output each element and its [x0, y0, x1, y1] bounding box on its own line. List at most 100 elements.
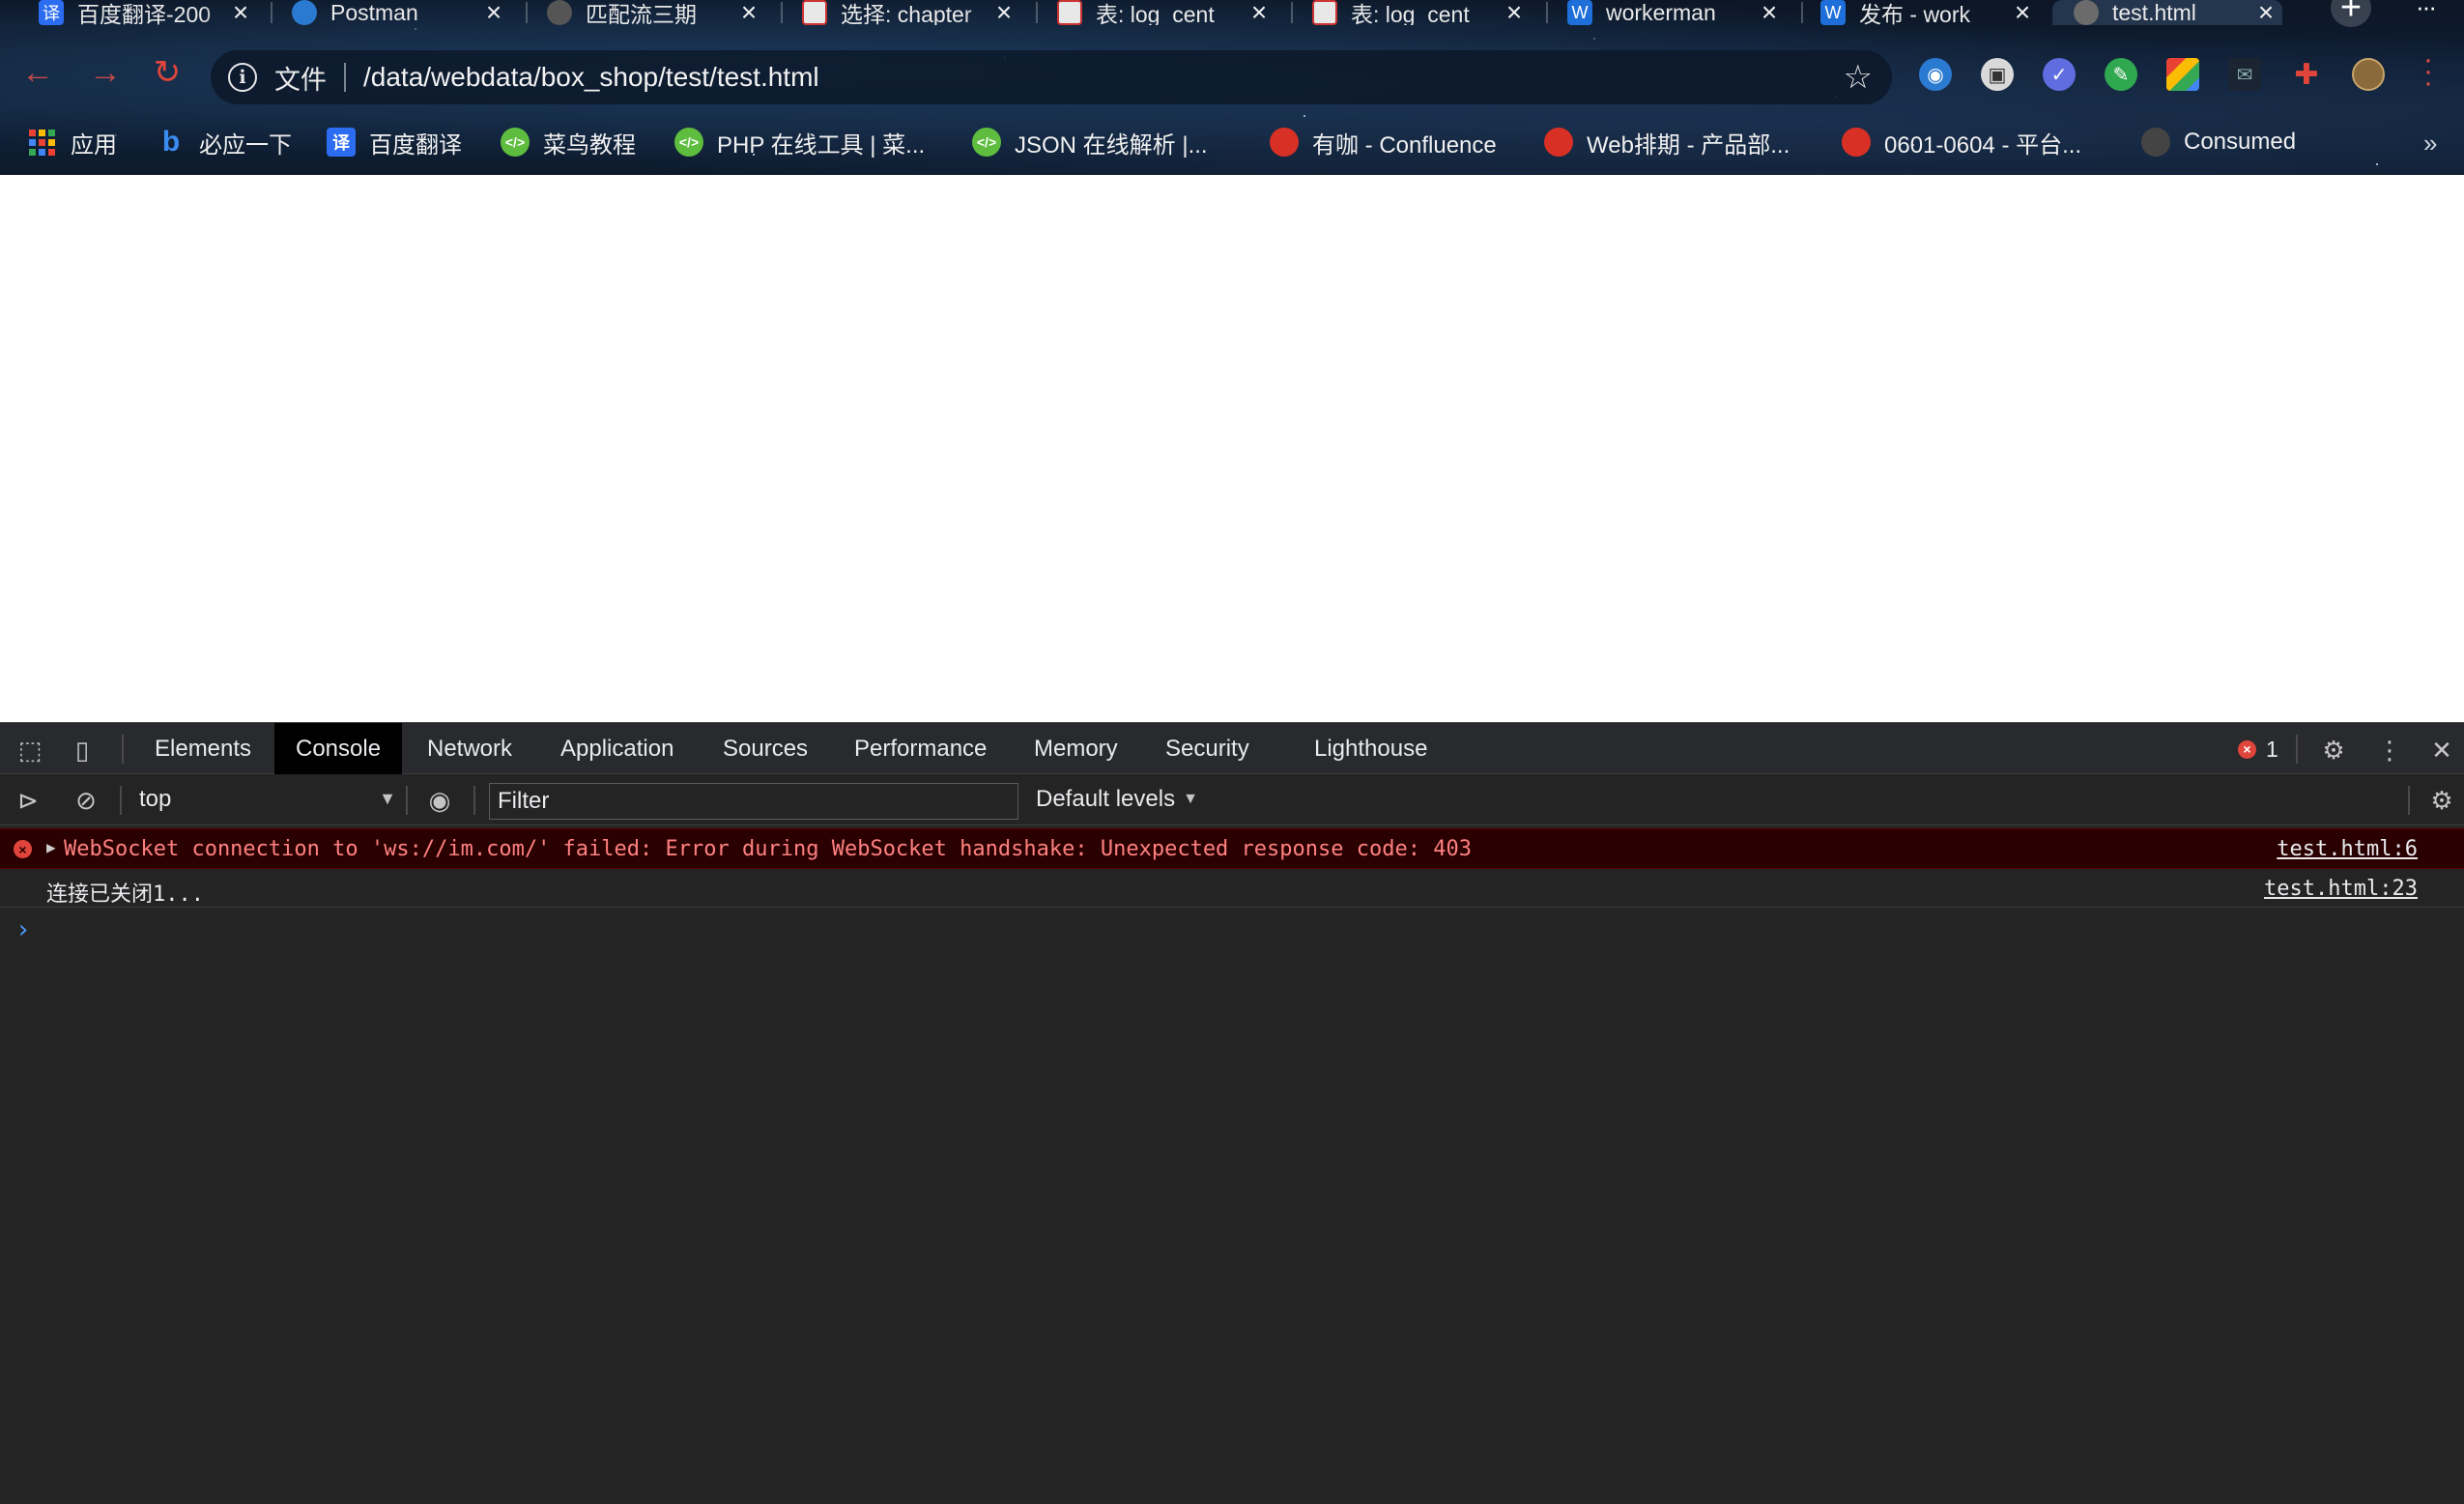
avatar-icon[interactable] [2352, 58, 2385, 91]
tab-publish-workerman[interactable]: W 发布 - work × [1820, 0, 2035, 25]
context-value: top [139, 786, 172, 812]
tab-sources[interactable]: Sources [723, 723, 808, 774]
tab-match-flow[interactable]: 匹配流三期 × [547, 0, 761, 25]
url-text[interactable]: /data/webdata/box_shop/test/test.html [363, 62, 1844, 93]
close-icon[interactable]: × [2010, 0, 2035, 25]
bookmark-consumed[interactable]: Consumed [2141, 121, 2296, 163]
tab-baidu-translate[interactable]: 译 百度翻译-200 × [39, 0, 253, 25]
w-icon: W [1567, 0, 1592, 25]
tab-lighthouse[interactable]: Lighthouse [1314, 723, 1427, 774]
more-options-icon[interactable]: ⋮ [2373, 734, 2406, 766]
forward-icon[interactable]: → [83, 50, 128, 95]
close-icon[interactable]: × [481, 0, 506, 25]
tab-divider [271, 2, 272, 23]
globe-ext-icon[interactable]: ◉ [1919, 58, 1952, 91]
close-devtools-icon[interactable]: ✕ [2425, 734, 2458, 766]
tab-console[interactable]: Console [274, 723, 403, 774]
tab-performance[interactable]: Performance [854, 723, 987, 774]
bookmark-json-parser[interactable]: </> JSON 在线解析 |... [972, 121, 1208, 163]
puzzle-ext-icon[interactable]: ✚ [2290, 58, 2323, 91]
check-ext-icon[interactable]: ✓ [2043, 58, 2076, 91]
evernote-ext-icon[interactable]: ✎ [2105, 58, 2137, 91]
close-icon[interactable]: × [1502, 0, 1527, 25]
tab-test-html[interactable]: test.html × [2052, 0, 2282, 25]
db-icon [1057, 0, 1082, 25]
bookmark-confluence[interactable]: 有咖 - Confluence [1270, 121, 1497, 163]
bookmark-apps[interactable]: 应用 [29, 121, 117, 163]
new-tab-button[interactable]: + [2331, 0, 2371, 28]
inspect-element-icon[interactable]: ⬚ [14, 734, 46, 766]
close-icon[interactable]: × [228, 0, 253, 25]
tab-label: Postman [330, 0, 418, 25]
device-toolbar-icon[interactable]: ▯ [66, 734, 99, 766]
log-levels-dropdown[interactable]: Default levels ▼ [1036, 782, 1198, 817]
devtools-tabbar: ⬚ ▯ Elements Console Network Application… [0, 722, 2464, 774]
more-menu-icon[interactable]: · · · [2423, 45, 2433, 98]
tab-application[interactable]: Application [560, 723, 673, 774]
tab-divider [1036, 2, 1038, 23]
close-icon[interactable]: × [736, 0, 761, 25]
bookmark-label: Web排期 - 产品部... [1587, 131, 1791, 159]
expand-triangle-icon[interactable]: ▶ [46, 838, 56, 856]
translate-icon: 译 [327, 128, 356, 157]
close-icon[interactable]: × [1757, 0, 1782, 25]
reload-icon[interactable]: ↻ [145, 50, 189, 95]
bookmark-label: Consumed [2184, 129, 2297, 155]
colors-ext-icon[interactable] [2166, 58, 2199, 91]
divider [122, 735, 124, 764]
source-link[interactable]: test.html:6 [2277, 837, 2418, 861]
runoob-icon: </> [674, 128, 703, 157]
tab-elements[interactable]: Elements [155, 723, 251, 774]
tab-label: 百度翻译-200 [77, 2, 212, 25]
close-icon[interactable]: × [1246, 0, 1272, 25]
browser-chrome: 译 百度翻译-200 × Postman × 匹配流三期 × 选择: chapt… [0, 0, 2464, 175]
tab-postman[interactable]: Postman × [292, 0, 506, 25]
console-prompt[interactable]: › [15, 915, 31, 944]
w-icon: W [1820, 0, 1846, 25]
back-icon[interactable]: ← [15, 50, 60, 95]
error-count: 1 [2266, 736, 2278, 762]
address-bar[interactable]: i 文件 /data/webdata/box_shop/test/test.ht… [211, 50, 1892, 104]
tab-select-chapter[interactable]: 选择: chapter × [802, 0, 1017, 25]
sidebar-toggle-icon[interactable]: ⊳ [12, 784, 44, 817]
error-icon: × [14, 840, 32, 858]
bookmark-platform[interactable]: 0601-0604 - 平台... [1842, 121, 2081, 163]
bookmark-bing[interactable]: b 必应一下 [157, 121, 292, 163]
settings-gear-icon[interactable]: ⚙ [2317, 734, 2350, 766]
bookmark-web-schedule[interactable]: Web排期 - 产品部... [1544, 121, 1790, 163]
tab-table-log-2[interactable]: 表: log_cent × [1312, 0, 1527, 25]
page-viewport[interactable] [0, 175, 2464, 722]
error-count-badge[interactable]: × 1 [2238, 735, 2278, 764]
bookmark-php-tools[interactable]: </> PHP 在线工具 | 菜... [674, 121, 925, 163]
globe-icon [292, 0, 317, 25]
tab-strip: 译 百度翻译-200 × Postman × 匹配流三期 × 选择: chapt… [0, 0, 2464, 28]
screenshot-ext-icon[interactable]: ▣ [1981, 58, 2014, 91]
tab-memory[interactable]: Memory [1034, 723, 1118, 774]
close-icon[interactable]: × [2253, 0, 2278, 25]
source-link[interactable]: test.html:23 [2264, 877, 2418, 901]
divider [473, 786, 475, 815]
bookmark-star-icon[interactable]: ☆ [1844, 58, 1873, 97]
console-message-error[interactable]: × ▶ WebSocket connection to 'ws://im.com… [0, 828, 2464, 869]
tab-security[interactable]: Security [1165, 723, 1249, 774]
info-icon[interactable]: i [228, 63, 257, 92]
console-settings-gear-icon[interactable]: ⚙ [2425, 784, 2458, 817]
filter-input[interactable] [489, 783, 1018, 820]
clear-console-icon[interactable]: ⊘ [70, 784, 102, 817]
console-message-log[interactable]: 连接已关闭1... test.html:23 [0, 869, 2464, 908]
runoob-icon: </> [972, 128, 1001, 157]
tab-divider [1291, 2, 1293, 23]
tab-table-log-1[interactable]: 表: log_cent × [1057, 0, 1272, 25]
context-selector[interactable]: top ▼ [126, 782, 396, 817]
bookmark-baidu-translate[interactable]: 译 百度翻译 [327, 121, 462, 163]
live-expression-eye-icon[interactable]: ◉ [423, 784, 456, 817]
bookmark-runoob[interactable]: </> 菜鸟教程 [501, 121, 636, 163]
tab-workerman[interactable]: W workerman × [1567, 0, 1782, 25]
close-icon[interactable]: × [991, 0, 1017, 25]
bookmark-label: 0601-0604 - 平台... [1884, 131, 2082, 159]
mail-ext-icon[interactable]: ✉ [2228, 58, 2261, 91]
bookmarks-overflow-icon[interactable]: » [2423, 129, 2437, 159]
tab-network[interactable]: Network [427, 723, 512, 774]
tab-label: 表: log_cent [1351, 2, 1470, 25]
tab-search-icon[interactable]: ··· [2416, 0, 2437, 22]
